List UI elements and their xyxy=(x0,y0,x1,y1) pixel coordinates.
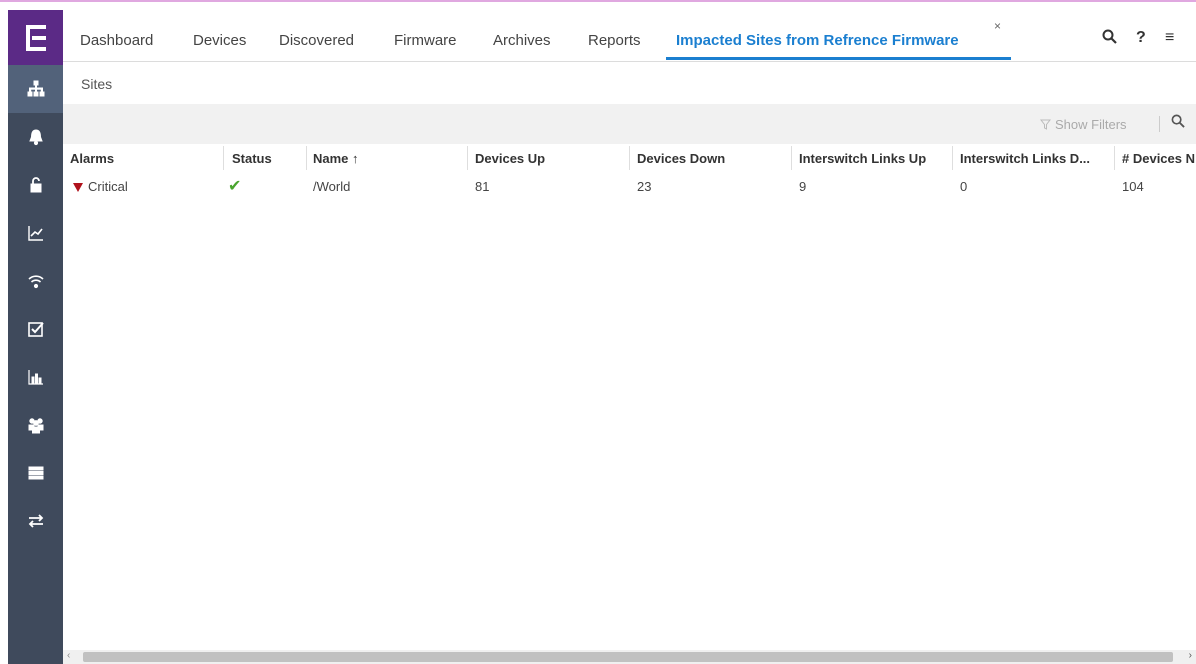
lock-icon xyxy=(30,177,41,193)
column-divider[interactable] xyxy=(629,146,630,170)
bell-icon xyxy=(28,129,43,146)
menu-icon[interactable]: ≡ xyxy=(1165,29,1174,47)
devices-n-cell: 104 xyxy=(1122,179,1144,194)
column-header-status[interactable]: Status xyxy=(232,151,272,166)
sidebar-item-network[interactable] xyxy=(8,65,63,113)
sidebar-item-admin[interactable] xyxy=(8,449,63,497)
column-divider[interactable] xyxy=(467,146,468,170)
sidebar-item-users[interactable] xyxy=(8,401,63,449)
isl-down-cell: 0 xyxy=(960,179,968,194)
sidebar-item-connect[interactable] xyxy=(8,497,63,545)
name-cell: /World xyxy=(313,179,351,194)
sidebar-item-alarms[interactable] xyxy=(8,113,63,161)
scroll-right-arrow-icon[interactable]: › xyxy=(1189,650,1192,661)
bar-chart-icon xyxy=(27,370,43,385)
wireless-icon xyxy=(27,275,44,289)
tab-discovered[interactable]: Discovered xyxy=(279,32,354,49)
tab-bar: Dashboard Devices Discovered Firmware Ar… xyxy=(63,10,1196,62)
column-divider[interactable] xyxy=(223,146,224,170)
column-divider[interactable] xyxy=(952,146,953,170)
tab-archives[interactable]: Archives xyxy=(493,32,551,49)
sidebar xyxy=(8,10,63,664)
table-row[interactable]: Critical ✔ /World 81 23 9 0 104 xyxy=(63,172,1196,200)
sidebar-item-wireless[interactable] xyxy=(8,257,63,305)
show-filters-label: Show Filters xyxy=(1055,117,1127,132)
alarm-cell: Critical xyxy=(73,179,128,194)
sidebar-item-security[interactable] xyxy=(8,161,63,209)
breadcrumb: Sites xyxy=(81,76,113,92)
sidebar-item-analytics[interactable] xyxy=(8,209,63,257)
table-header: Alarms Status Name ↑ Devices Up Devices … xyxy=(63,144,1196,172)
users-icon xyxy=(28,418,43,434)
status-ok-icon: ✔ xyxy=(228,178,242,195)
search-icon[interactable] xyxy=(1102,29,1117,49)
table-search-icon[interactable] xyxy=(1171,114,1185,132)
transfer-icon xyxy=(28,514,43,528)
table-toolbar: Show Filters xyxy=(63,104,1196,144)
alarm-text: Critical xyxy=(88,179,128,194)
column-header-alarms[interactable]: Alarms xyxy=(70,151,114,166)
logo xyxy=(8,10,63,65)
critical-alarm-icon xyxy=(73,183,83,192)
column-header-devices-down[interactable]: Devices Down xyxy=(637,151,725,166)
column-divider[interactable] xyxy=(306,146,307,170)
scrollbar-thumb[interactable] xyxy=(83,652,1173,662)
tab-dashboard[interactable]: Dashboard xyxy=(80,32,153,49)
checklist-icon xyxy=(27,322,44,337)
filter-icon xyxy=(1039,119,1052,130)
devices-up-cell: 81 xyxy=(475,179,490,194)
close-tab-icon[interactable]: × xyxy=(994,19,1001,33)
chart-icon xyxy=(27,226,43,241)
toolbar-divider xyxy=(1159,116,1160,132)
column-divider[interactable] xyxy=(1114,146,1115,170)
sidebar-item-tasks[interactable] xyxy=(8,305,63,353)
horizontal-scrollbar[interactable]: ‹ › xyxy=(63,650,1196,664)
tab-firmware[interactable]: Firmware xyxy=(394,32,457,49)
column-header-devices-n[interactable]: # Devices N xyxy=(1122,151,1195,166)
scroll-left-arrow-icon[interactable]: ‹ xyxy=(67,650,70,661)
column-header-name[interactable]: Name ↑ xyxy=(313,151,359,166)
column-header-devices-up[interactable]: Devices Up xyxy=(475,151,545,166)
column-header-isl-down[interactable]: Interswitch Links D... xyxy=(960,151,1090,166)
tab-reports[interactable]: Reports xyxy=(588,32,641,49)
page-header: Sites xyxy=(63,62,1196,104)
server-icon xyxy=(28,466,43,480)
column-header-isl-up[interactable]: Interswitch Links Up xyxy=(799,151,926,166)
tab-impacted-sites[interactable]: Impacted Sites from Refrence Firmware xyxy=(676,32,959,49)
devices-down-cell: 23 xyxy=(637,179,652,194)
active-tab-indicator xyxy=(666,57,1011,60)
sidebar-item-reports[interactable] xyxy=(8,353,63,401)
tab-devices[interactable]: Devices xyxy=(193,32,246,49)
isl-up-cell: 9 xyxy=(799,179,807,194)
column-divider[interactable] xyxy=(791,146,792,170)
help-icon[interactable]: ? xyxy=(1136,29,1146,47)
window-top-border xyxy=(0,0,1196,2)
logo-icon xyxy=(25,24,46,51)
sites-table: Alarms Status Name ↑ Devices Up Devices … xyxy=(63,144,1196,650)
network-icon xyxy=(27,80,44,97)
show-filters-button[interactable]: Show Filters xyxy=(1039,117,1127,132)
